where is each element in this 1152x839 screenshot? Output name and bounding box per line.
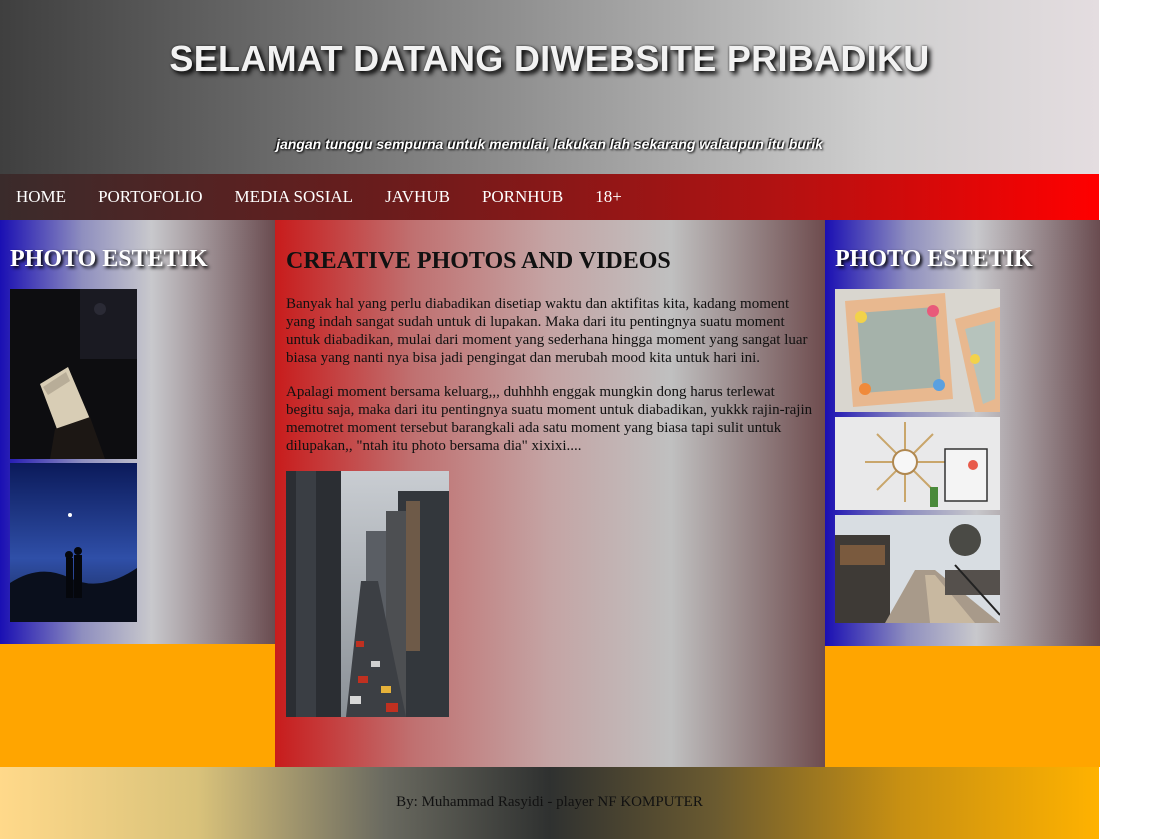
photo-couple-night-sky [10, 463, 137, 622]
main-paragraph-2: Apalagi moment bersama keluarg,,, duhhhh… [286, 384, 813, 454]
left-sidebar: PHOTO ESTETIK [0, 220, 275, 644]
main-paragraph-1: Banyak hal yang perlu diabadikan disetia… [286, 296, 808, 366]
main-content: CREATIVE PHOTOS AND VIDEOS Banyak hal ya… [275, 220, 825, 767]
photo-book-in-dark [10, 289, 137, 459]
page: SELAMAT DATANG DIWEBSITE PRIBADIKU janga… [0, 0, 1100, 839]
nav-javhub[interactable]: JAVHUB [369, 174, 466, 220]
photo-flower-frames [835, 289, 1000, 412]
main-heading: CREATIVE PHOTOS AND VIDEOS [286, 248, 671, 274]
main-nav: HOME PORTOFOLIO MEDIA SOSIAL JAVHUB PORN… [0, 174, 1099, 220]
right-filler-block [825, 646, 1100, 767]
nav-media-sosial[interactable]: MEDIA SOSIAL [219, 174, 370, 220]
left-sidebar-heading: PHOTO ESTETIK [10, 246, 208, 272]
site-tagline: jangan tunggu sempurna untuk memulai, la… [276, 136, 823, 152]
photo-city-street [286, 471, 449, 717]
site-title: SELAMAT DATANG DIWEBSITE PRIBADIKU [169, 38, 930, 79]
right-sidebar: PHOTO ESTETIK [825, 220, 1100, 646]
right-sidebar-heading: PHOTO ESTETIK [835, 246, 1033, 272]
photo-street-rain [835, 515, 1000, 623]
site-header: SELAMAT DATANG DIWEBSITE PRIBADIKU janga… [0, 0, 1099, 174]
nav-pornhub[interactable]: PORNHUB [466, 174, 579, 220]
left-filler-block [0, 644, 275, 767]
nav-portofolio[interactable]: PORTOFOLIO [82, 174, 218, 220]
footer-credit: By: Muhammad Rasyidi - player NF KOMPUTE… [396, 794, 703, 810]
photo-sun-mirror [835, 417, 1000, 510]
site-footer: By: Muhammad Rasyidi - player NF KOMPUTE… [0, 767, 1099, 839]
nav-18plus[interactable]: 18+ [579, 174, 638, 220]
nav-home[interactable]: HOME [0, 174, 82, 220]
